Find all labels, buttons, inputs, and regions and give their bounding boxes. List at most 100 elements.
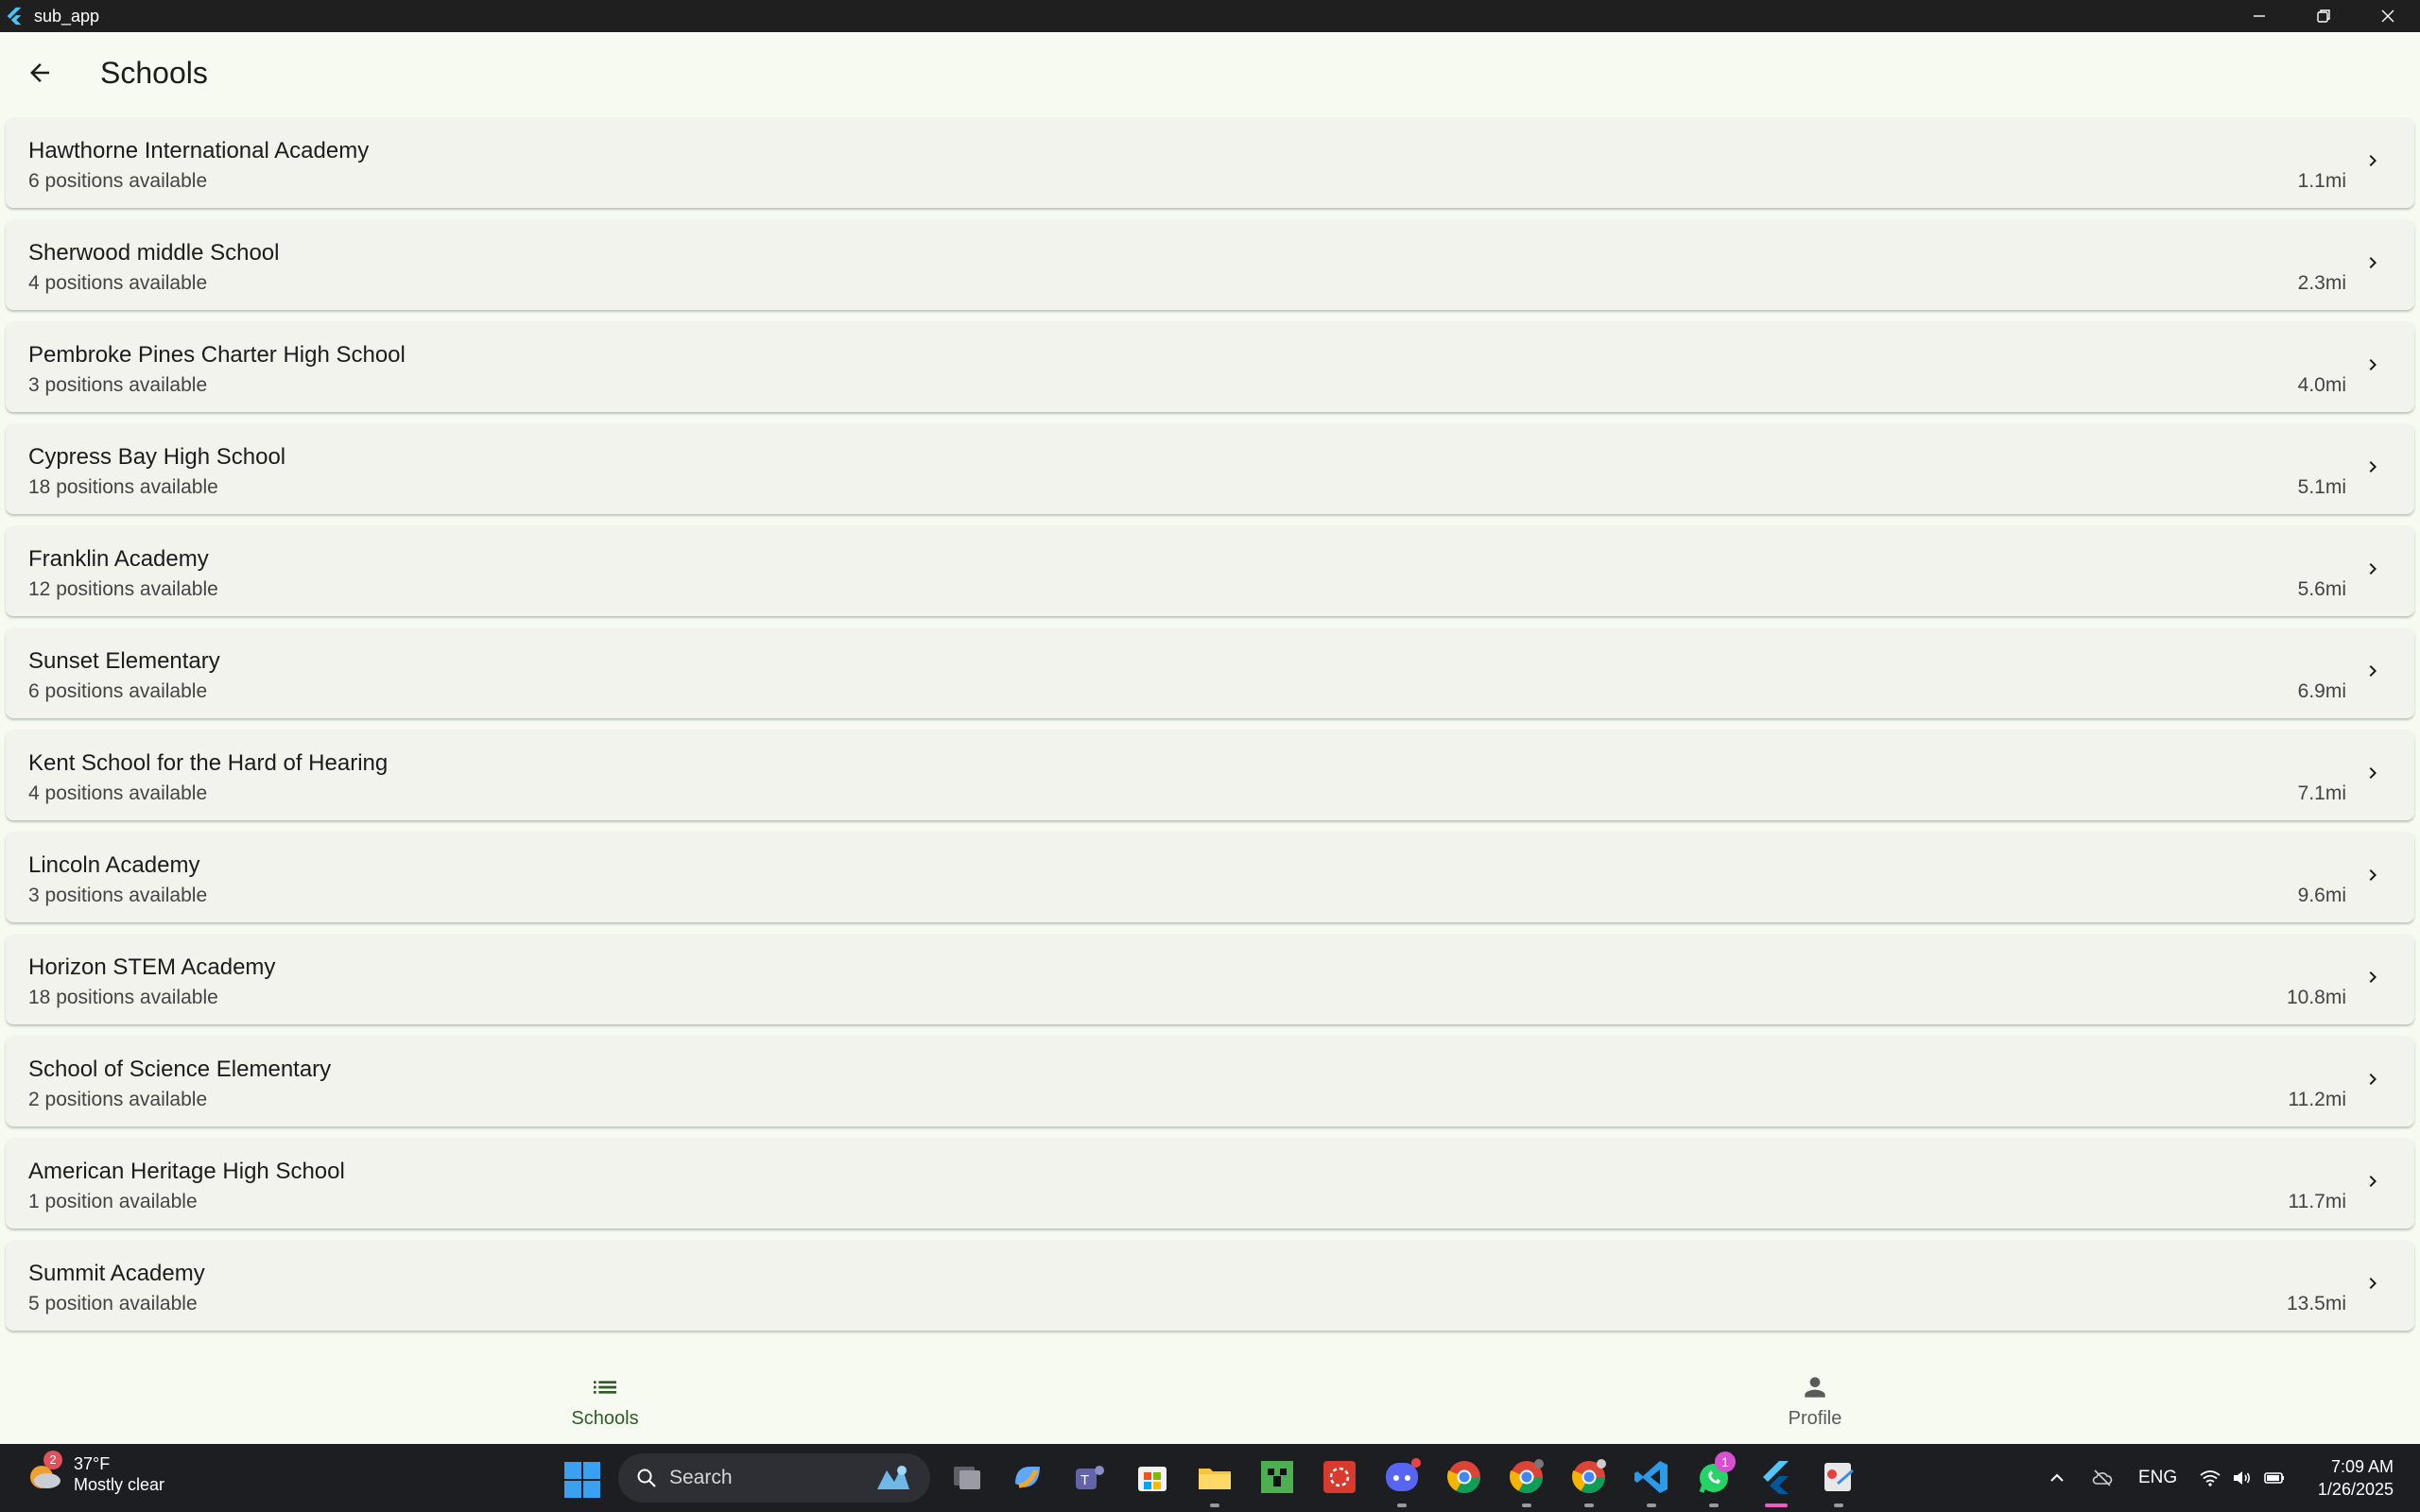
close-icon (2381, 9, 2394, 23)
school-positions: 6 positions available (28, 680, 208, 702)
minimize-button[interactable] (2227, 0, 2291, 32)
tray-language[interactable]: ENG (2138, 1444, 2177, 1512)
taskbar-search[interactable]: Search (618, 1453, 930, 1503)
nav-item-profile[interactable]: Profile (1720, 1372, 1910, 1430)
chevron-right-icon (2369, 1176, 2377, 1187)
battery-icon (2264, 1472, 2284, 1484)
school-name: Lincoln Academy (28, 852, 200, 878)
school-name: Franklin Academy (28, 546, 209, 572)
back-button[interactable] (11, 44, 68, 101)
vscode-icon[interactable] (1632, 1457, 1671, 1497)
school-positions: 5 position available (28, 1293, 198, 1314)
school-positions: 1 position available (28, 1191, 198, 1212)
school-name: Horizon STEM Academy (28, 954, 276, 980)
school-list: Hawthorne International Academy 6 positi… (6, 117, 2414, 1342)
copilot-icon[interactable] (1008, 1457, 1047, 1497)
school-card[interactable]: Summit Academy 5 position available 13.5… (6, 1240, 2414, 1331)
flutter-app-icon (7, 7, 22, 26)
chrome-icon[interactable] (1444, 1457, 1484, 1497)
window-titlebar: sub_app (0, 0, 2420, 32)
nav-item-schools[interactable]: Schools (510, 1372, 700, 1430)
snipping-tool-indicator (1834, 1503, 1843, 1507)
school-positions: 2 positions available (28, 1089, 208, 1110)
search-label: Search (669, 1467, 733, 1488)
taskbar-clock[interactable]: 7:09 AM 1/26/2025 (2318, 1455, 2394, 1501)
school-name: Summit Academy (28, 1261, 205, 1286)
language-indicator: ENG (2138, 1468, 2178, 1487)
chevron-right-icon (2369, 971, 2377, 983)
school-card[interactable]: Kent School for the Hard of Hearing 4 po… (6, 730, 2414, 820)
tray-show-hidden[interactable] (2046, 1444, 2068, 1512)
search-icon (637, 1469, 656, 1487)
whatsapp-indicator (1709, 1503, 1719, 1507)
flutter-app-active-indicator (1765, 1503, 1788, 1507)
school-distance: 7.1mi (2297, 782, 2346, 804)
chevron-right-icon (2369, 869, 2377, 881)
record-app-icon[interactable] (1320, 1457, 1359, 1497)
chrome-profile-2-icon[interactable] (1569, 1457, 1609, 1497)
minimize-icon (2254, 15, 2265, 17)
cloud-offline-icon (2092, 1469, 2113, 1486)
school-positions: 4 positions available (28, 782, 208, 804)
school-positions: 6 positions available (28, 170, 208, 192)
school-distance: 11.2mi (2288, 1089, 2346, 1110)
weather-badge: 2 (43, 1451, 62, 1469)
tray-quick-settings[interactable] (2199, 1444, 2286, 1512)
chevron-right-icon (2369, 257, 2377, 268)
flutter-app-taskbar-icon[interactable] (1756, 1457, 1796, 1497)
school-card[interactable]: Cypress Bay High School 18 positions ava… (6, 423, 2414, 514)
person-icon (1805, 1377, 1825, 1398)
snipping-tool-icon[interactable] (1819, 1457, 1858, 1497)
weather-widget[interactable]: 2 37°F Mostly clear (25, 1451, 164, 1495)
chevron-right-icon (2369, 155, 2377, 166)
school-card[interactable]: Pembroke Pines Charter High School 3 pos… (6, 321, 2414, 412)
school-distance: 6.9mi (2297, 680, 2346, 702)
clock-date: 1/26/2025 (2317, 1480, 2394, 1499)
school-card[interactable]: American Heritage High School 1 position… (6, 1138, 2414, 1228)
nav-label-profile: Profile (1788, 1408, 1842, 1429)
svg-text:T: T (1080, 1472, 1089, 1488)
chrome-profile-indicator (1522, 1503, 1531, 1507)
page-title: Schools (100, 55, 208, 90)
school-card[interactable]: Hawthorne International Academy 6 positi… (6, 117, 2414, 208)
school-card[interactable]: Lincoln Academy 3 positions available 9.… (6, 832, 2414, 922)
school-name: American Heritage High School (28, 1159, 345, 1184)
microsoft-store-icon[interactable] (1132, 1457, 1172, 1497)
school-name: Sherwood middle School (28, 240, 280, 266)
chevron-right-icon (2369, 563, 2377, 575)
clock-time: 7:09 AM (2330, 1457, 2394, 1476)
school-distance: 11.7mi (2288, 1191, 2346, 1212)
school-positions: 12 positions available (28, 578, 218, 600)
search-highlight-icon (877, 1466, 909, 1489)
teams-icon[interactable]: T (1070, 1457, 1110, 1497)
school-distance: 5.6mi (2297, 578, 2346, 600)
close-button[interactable] (2356, 0, 2420, 32)
school-card[interactable]: Sunset Elementary 6 positions available … (6, 627, 2414, 718)
file-explorer-icon[interactable] (1195, 1457, 1235, 1497)
volume-icon (2234, 1471, 2251, 1485)
bottom-navigation: Schools Profile (0, 1359, 2420, 1444)
school-card[interactable]: Horizon STEM Academy 18 positions availa… (6, 934, 2414, 1024)
discord-icon[interactable] (1382, 1457, 1422, 1497)
list-icon (594, 1381, 616, 1394)
school-card[interactable]: Sherwood middle School 4 positions avail… (6, 219, 2414, 310)
school-card[interactable]: School of Science Elementary 2 positions… (6, 1036, 2414, 1126)
school-distance: 1.1mi (2297, 170, 2346, 192)
school-distance: 2.3mi (2297, 272, 2346, 294)
restore-button[interactable] (2291, 0, 2356, 32)
school-card[interactable]: Franklin Academy 12 positions available … (6, 525, 2414, 616)
tray-onedrive[interactable] (2091, 1444, 2114, 1512)
whatsapp-badge: 1 (1715, 1452, 1736, 1472)
school-positions: 4 positions available (28, 272, 208, 294)
school-positions: 3 positions available (28, 885, 208, 906)
school-distance: 5.1mi (2297, 476, 2346, 498)
file-explorer-indicator (1210, 1503, 1219, 1507)
school-positions: 3 positions available (28, 374, 208, 396)
task-view-icon[interactable] (947, 1457, 987, 1497)
weather-temp: 37°F (74, 1454, 111, 1473)
minecraft-icon[interactable] (1257, 1457, 1297, 1497)
school-positions: 18 positions available (28, 476, 218, 498)
wifi-icon (2200, 1470, 2221, 1486)
windows-start-icon[interactable] (563, 1461, 601, 1499)
chrome-profile-icon[interactable] (1507, 1457, 1547, 1497)
